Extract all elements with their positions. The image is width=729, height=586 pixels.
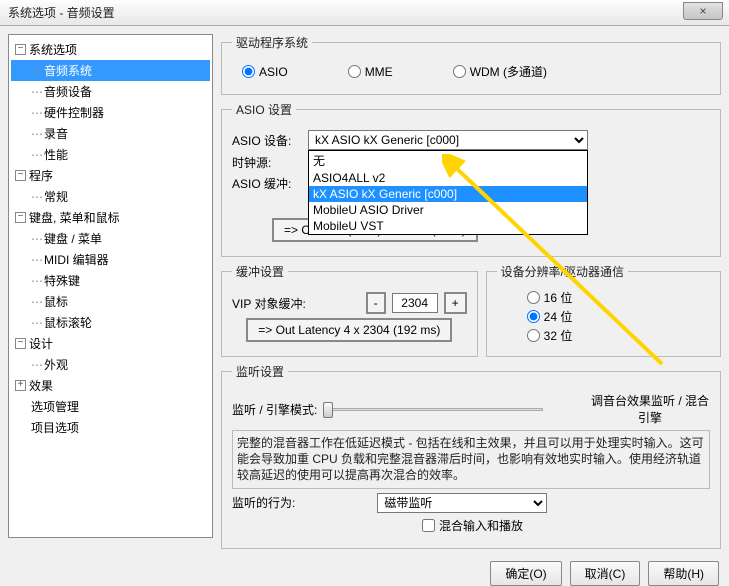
buffer-minus-button[interactable]: - <box>366 292 386 314</box>
monitor-behavior-select[interactable]: 磁带监听 <box>377 493 547 513</box>
close-icon: × <box>699 4 706 18</box>
tree-option-management[interactable]: 选项管理 <box>11 396 210 417</box>
bitrate-legend: 设备分辨率/驱动器通信 <box>497 263 628 280</box>
tree-special-keys[interactable]: ⋯特殊键 <box>11 270 210 291</box>
monitor-mode-label: 监听 / 引擎模式: <box>232 401 317 418</box>
tree-recording[interactable]: ⋯录音 <box>11 123 210 144</box>
options-tree[interactable]: −系统选项 ⋯音频系统 ⋯音频设备 ⋯硬件控制器 ⋯录音 ⋯性能 −程序 ⋯常规… <box>8 34 213 538</box>
tree-audio-system[interactable]: ⋯音频系统 <box>11 60 210 81</box>
collapse-icon[interactable]: − <box>15 44 26 55</box>
titlebar: 系统选项 - 音频设置 × <box>0 0 729 26</box>
help-button[interactable]: 帮助(H) <box>648 561 719 586</box>
cancel-button[interactable]: 取消(C) <box>570 561 641 586</box>
buffer-plus-button[interactable]: + <box>444 292 467 314</box>
asio-option-asio4all[interactable]: ASIO4ALL v2 <box>309 170 587 186</box>
asio-settings-legend: ASIO 设置 <box>232 101 296 118</box>
asio-device-dropdown-list[interactable]: 无 ASIO4ALL v2 kX ASIO kX Generic [c000] … <box>308 150 588 235</box>
tree-keyboard-menu[interactable]: ⋯键盘 / 菜单 <box>11 228 210 249</box>
buffer-summary-button[interactable]: => Out Latency 4 x 2304 (192 ms) <box>246 318 452 342</box>
tree-performance[interactable]: ⋯性能 <box>11 144 210 165</box>
monitor-description: 完整的混音器工作在低延迟模式 - 包括在线和主效果，并且可以用于处理实时输入。这… <box>232 430 710 489</box>
tree-audio-device[interactable]: ⋯音频设备 <box>11 81 210 102</box>
collapse-icon[interactable]: − <box>15 170 26 181</box>
tree-keyboard-menu-mouse[interactable]: −键盘, 菜单和鼠标 <box>11 207 210 228</box>
tree-design[interactable]: −设计 <box>11 333 210 354</box>
tree-program[interactable]: −程序 <box>11 165 210 186</box>
tree-midi-editor[interactable]: ⋯MIDI 编辑器 <box>11 249 210 270</box>
asio-settings-group: ASIO 设置 ASIO 设备: kX ASIO kX Generic [c00… <box>221 101 721 257</box>
buffer-settings-legend: 缓冲设置 <box>232 263 288 280</box>
tree-appearance[interactable]: ⋯外观 <box>11 354 210 375</box>
driver-wdm-radio[interactable]: WDM (多通道) <box>453 63 547 80</box>
monitor-settings-group: 监听设置 监听 / 引擎模式: 调音台效果监听 / 混合引擎 完整的混音器工作在… <box>221 363 721 549</box>
tree-system-options[interactable]: −系统选项 <box>11 39 210 60</box>
bitrate-group: 设备分辨率/驱动器通信 16 位 24 位 32 位 <box>486 263 721 357</box>
driver-mme-radio[interactable]: MME <box>348 65 393 79</box>
bit-24-radio[interactable]: 24 位 <box>527 307 710 326</box>
ok-button[interactable]: 确定(O) <box>490 561 561 586</box>
expand-icon[interactable]: + <box>15 380 26 391</box>
asio-option-mobileu-vst[interactable]: MobileU VST <box>309 218 587 234</box>
monitor-mode-slider[interactable] <box>323 399 543 419</box>
driver-system-group: 驱动程序系统 ASIO MME WDM (多通道) <box>221 34 721 95</box>
tree-mouse-wheel[interactable]: ⋯鼠标滚轮 <box>11 312 210 333</box>
monitor-side-label: 调音台效果监听 / 混合引擎 <box>590 392 710 426</box>
tree-mouse[interactable]: ⋯鼠标 <box>11 291 210 312</box>
bit-32-radio[interactable]: 32 位 <box>527 326 710 345</box>
clock-source-label: 时钟源: <box>232 154 302 171</box>
monitor-behavior-label: 监听的行为: <box>232 494 295 511</box>
asio-device-select[interactable]: kX ASIO kX Generic [c000] 无 ASIO4ALL v2 … <box>308 130 588 150</box>
mix-input-playback-checkbox[interactable]: 混合输入和播放 <box>422 517 523 534</box>
asio-option-kx-generic[interactable]: kX ASIO kX Generic [c000] <box>309 186 587 202</box>
asio-option-mobileu-driver[interactable]: MobileU ASIO Driver <box>309 202 587 218</box>
driver-asio-radio[interactable]: ASIO <box>242 65 288 79</box>
monitor-settings-legend: 监听设置 <box>232 363 288 380</box>
asio-device-label: ASIO 设备: <box>232 132 302 149</box>
collapse-icon[interactable]: − <box>15 338 26 349</box>
tree-project-options[interactable]: 项目选项 <box>11 417 210 438</box>
buffer-value-input[interactable] <box>392 293 438 313</box>
window-title: 系统选项 - 音频设置 <box>8 4 115 21</box>
asio-option-none[interactable]: 无 <box>309 151 587 170</box>
buffer-settings-group: 缓冲设置 VIP 对象缓冲: - + => Out Latency 4 x 23… <box>221 263 478 357</box>
tree-hardware-controller[interactable]: ⋯硬件控制器 <box>11 102 210 123</box>
bit-16-radio[interactable]: 16 位 <box>527 288 710 307</box>
tree-effects[interactable]: +效果 <box>11 375 210 396</box>
collapse-icon[interactable]: − <box>15 212 26 223</box>
close-button[interactable]: × <box>683 2 723 20</box>
driver-system-legend: 驱动程序系统 <box>232 34 312 51</box>
tree-general[interactable]: ⋯常规 <box>11 186 210 207</box>
asio-buffer-label: ASIO 缓冲: <box>232 175 302 192</box>
vip-buffer-label: VIP 对象缓冲: <box>232 295 306 312</box>
